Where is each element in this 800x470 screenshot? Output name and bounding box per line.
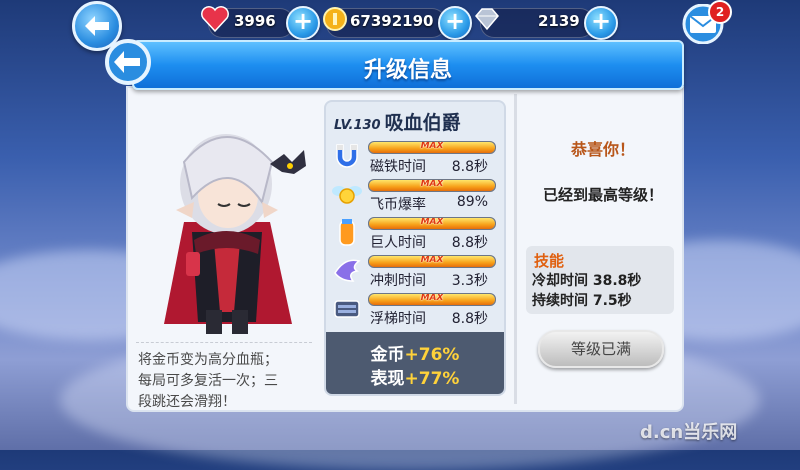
- performance-bonus-value: +77%: [404, 369, 460, 389]
- giant-potion-icon: [330, 216, 364, 250]
- stat-bar: MAX: [368, 179, 496, 192]
- mail-count-badge: 2: [708, 0, 732, 24]
- dialog-header: 升级信息: [132, 40, 684, 90]
- skill-duration-value: 7.5秒: [592, 293, 632, 309]
- max-level-text: 已经到最高等级！: [542, 186, 663, 204]
- gem-icon: [472, 4, 502, 34]
- back-arrow-icon: [85, 16, 109, 36]
- stat-value: 3.3秒: [451, 273, 488, 289]
- max-tag: MAX: [420, 255, 444, 265]
- magnet-icon: [330, 140, 364, 174]
- add-hearts-button[interactable]: +: [286, 6, 320, 40]
- performance-bonus: 表现+77%: [326, 364, 504, 389]
- dash-wing-icon: [330, 254, 364, 288]
- stat-label: 磁铁时间: [370, 159, 426, 175]
- stat-row-float: MAX 浮梯时间 8.8秒: [326, 290, 504, 328]
- coin-bonus-value: +76%: [404, 345, 460, 365]
- back-arrow-icon: [105, 39, 151, 85]
- add-gems-button[interactable]: +: [584, 6, 618, 40]
- description-line: 每局可多复活一次；三: [138, 373, 278, 389]
- stat-value: 8.8秒: [451, 235, 488, 251]
- add-coins-button[interactable]: +: [438, 6, 472, 40]
- stat-bar: MAX: [368, 293, 496, 306]
- level-tag: LV.130: [334, 118, 381, 133]
- skill-duration: 持续时间 7.5秒: [532, 290, 632, 310]
- stat-bar: MAX: [368, 141, 496, 154]
- max-tag: MAX: [420, 217, 444, 227]
- hero-portrait: [134, 92, 320, 342]
- stat-label: 飞币爆率: [370, 197, 426, 213]
- stat-value: 89%: [456, 194, 488, 210]
- hero-description: 将金币变为高分血瓶； 每局可多复活一次；三 段跳还会滑翔！: [138, 350, 314, 413]
- performance-bonus-label: 表现: [370, 369, 405, 389]
- max-tag: MAX: [420, 293, 444, 303]
- description-divider: [136, 342, 312, 343]
- coin-bonus-label: 金币: [370, 345, 405, 365]
- vampire-count-character: [164, 134, 306, 334]
- skill-cooldown: 冷却时间 38.8秒: [532, 270, 641, 290]
- skill-cooldown-value: 38.8秒: [592, 273, 642, 289]
- gems-count: 2139: [538, 12, 580, 30]
- watermark: d.cn当乐网: [640, 422, 738, 443]
- hearts-count: 3996: [234, 12, 276, 30]
- fairy-icon: [330, 178, 364, 212]
- max-tag: MAX: [420, 141, 444, 151]
- stat-row-giant: MAX 巨人时间 8.8秒: [326, 214, 504, 252]
- stat-row-magnet: MAX 磁铁时间 8.8秒: [326, 138, 504, 176]
- skill-box: 技能 冷却时间 38.8秒 持续时间 7.5秒: [526, 246, 674, 314]
- stat-bar: MAX: [368, 255, 496, 268]
- skill-title: 技能: [534, 252, 565, 270]
- max-tag: MAX: [420, 179, 444, 189]
- hero-stats-panel: LV.130 吸血伯爵 MAX 磁铁时间 8.8秒 MAX 飞币爆率 89% M…: [324, 100, 506, 396]
- skill-duration-label: 持续时间: [532, 293, 588, 309]
- stat-row-dash: MAX 冲刺时间 3.3秒: [326, 252, 504, 290]
- mail-button[interactable]: 2: [680, 0, 732, 45]
- heart-icon: [200, 4, 230, 34]
- stat-label: 浮梯时间: [370, 311, 426, 327]
- bonus-summary: 金币+76% 表现+77%: [326, 332, 504, 394]
- coin-icon: [320, 4, 350, 34]
- stat-label: 冲刺时间: [370, 273, 426, 289]
- stat-value: 8.8秒: [451, 311, 488, 327]
- dialog-back-button[interactable]: [104, 38, 152, 86]
- skill-cooldown-label: 冷却时间: [532, 273, 588, 289]
- float-board-icon: [330, 292, 364, 326]
- congrats-text: 恭喜你！: [570, 140, 635, 159]
- dialog-body: 将金币变为高分血瓶； 每局可多复活一次；三 段跳还会滑翔！ LV.130 吸血伯爵…: [126, 86, 684, 412]
- stat-row-fairy: MAX 飞币爆率 89%: [326, 176, 504, 214]
- level-maxed-button[interactable]: 等级已满: [538, 330, 664, 368]
- divider-right: [514, 94, 517, 404]
- description-line: 段跳还会滑翔！: [138, 394, 236, 410]
- coins-count: 67392190: [350, 12, 434, 30]
- description-line: 将金币变为高分血瓶；: [138, 352, 278, 368]
- coin-bonus: 金币+76%: [326, 340, 504, 365]
- hero-name: 吸血伯爵: [384, 112, 461, 134]
- hero-level-name: LV.130 吸血伯爵: [334, 108, 461, 135]
- dialog-title: 升级信息: [363, 58, 452, 83]
- stat-label: 巨人时间: [370, 235, 426, 251]
- stat-bar: MAX: [368, 217, 496, 230]
- stat-value: 8.8秒: [451, 159, 488, 175]
- upgrade-info-dialog: 将金币变为高分血瓶； 每局可多复活一次；三 段跳还会滑翔！ LV.130 吸血伯爵…: [105, 36, 684, 416]
